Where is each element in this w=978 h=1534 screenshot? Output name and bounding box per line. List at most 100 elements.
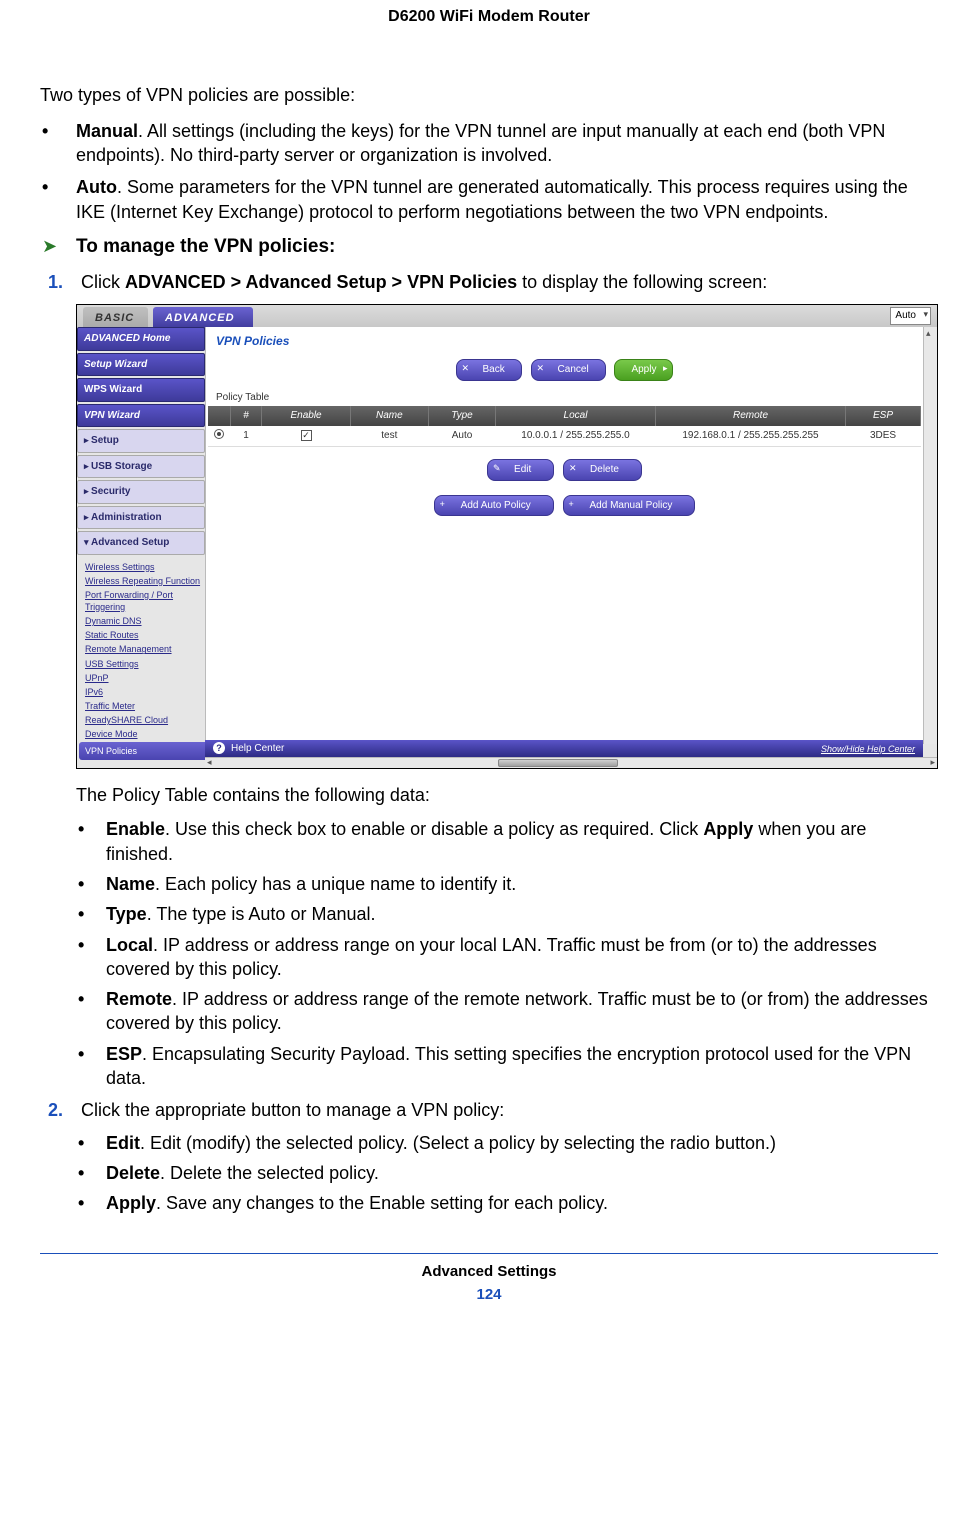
plus-icon: + — [569, 498, 574, 510]
delete-button[interactable]: ✕Delete — [563, 459, 642, 481]
btn-delete-text: . Delete the selected policy. — [160, 1163, 379, 1183]
subnav-port-forwarding[interactable]: Port Forwarding / Port Triggering — [85, 589, 205, 613]
sidebar-item-usb-storage[interactable]: USB Storage — [77, 455, 205, 479]
subnav-remote-management[interactable]: Remote Management — [85, 643, 205, 655]
sidebar-item-vpn-wizard[interactable]: VPN Wizard — [77, 404, 205, 428]
apply-button[interactable]: Apply▸ — [614, 359, 673, 381]
step-2-buttons-list: •Edit. Edit (modify) the selected policy… — [76, 1131, 938, 1216]
step-1-number: 1. — [48, 270, 76, 294]
step-1-post: to display the following screen: — [517, 272, 767, 292]
field-local-text: . IP address or address range on your lo… — [106, 935, 877, 979]
footer-page-number: 124 — [40, 1285, 938, 1305]
subnav-wireless-settings[interactable]: Wireless Settings — [85, 561, 205, 573]
step-1: 1. Click ADVANCED > Advanced Setup > VPN… — [76, 270, 938, 1091]
sidebar-item-setup[interactable]: Setup — [77, 429, 205, 453]
bullet-icon: • — [40, 119, 76, 168]
subnav-upnp[interactable]: UPnP — [85, 672, 205, 684]
row-enable-checkbox[interactable]: ✓ — [301, 430, 312, 441]
subnav-usb-settings[interactable]: USB Settings — [85, 658, 205, 670]
row-local: 10.0.0.1 / 255.255.255.0 — [496, 426, 656, 447]
add-manual-policy-button[interactable]: +Add Manual Policy — [563, 495, 696, 517]
table-row: 1 ✓ test Auto 10.0.0.1 / 255.255.255.0 1… — [208, 426, 921, 447]
back-button[interactable]: ✕Back — [456, 359, 522, 381]
col-name: Name — [350, 406, 428, 426]
field-remote-text: . IP address or address range of the rem… — [106, 989, 928, 1033]
field-enable-apply-bold: Apply — [703, 819, 753, 839]
x-icon: ✕ — [537, 362, 545, 374]
col-remote: Remote — [656, 406, 846, 426]
field-local-bold: Local — [106, 935, 153, 955]
plus-icon: + — [440, 498, 445, 510]
field-enable-text: . Use this check box to enable or disabl… — [165, 819, 703, 839]
panel-title: VPN Policies — [206, 327, 923, 355]
question-icon: ? — [213, 742, 225, 754]
scrollbar-thumb[interactable] — [498, 759, 618, 767]
subnav-traffic-meter[interactable]: Traffic Meter — [85, 700, 205, 712]
bullet-icon: • — [76, 1042, 106, 1091]
row-num: 1 — [230, 426, 262, 447]
page-header: D6200 WiFi Modem Router — [0, 0, 978, 83]
field-remote-bold: Remote — [106, 989, 172, 1009]
sidebar-item-setup-wizard[interactable]: Setup Wizard — [77, 353, 205, 377]
pencil-icon: ✎ — [493, 462, 501, 474]
x-icon: ✕ — [569, 462, 577, 474]
tab-basic[interactable]: BASIC — [83, 307, 148, 329]
col-esp: ESP — [846, 406, 921, 426]
field-type-text: . The type is Auto or Manual. — [147, 904, 376, 924]
bullet-icon: • — [76, 1131, 106, 1155]
type-manual-bold: Manual — [76, 121, 138, 141]
subnav-static-routes[interactable]: Static Routes — [85, 629, 205, 641]
help-center-bar[interactable]: ?Help Center Show/Hide Help Center — [205, 740, 923, 758]
step-1-pre: Click — [81, 272, 125, 292]
step-1-bold: ADVANCED > Advanced Setup > VPN Policies — [125, 272, 517, 292]
main-panel: VPN Policies ✕Back ✕Cancel Apply▸ Policy… — [205, 327, 923, 744]
subnav-ipv6[interactable]: IPv6 — [85, 686, 205, 698]
intro-text: Two types of VPN policies are possible: — [40, 83, 938, 107]
bullet-icon: • — [40, 175, 76, 224]
subnav-device-mode[interactable]: Device Mode — [85, 728, 205, 740]
cancel-button[interactable]: ✕Cancel — [531, 359, 606, 381]
edit-button[interactable]: ✎Edit — [487, 459, 554, 481]
col-enable: Enable — [262, 406, 350, 426]
horizontal-scrollbar[interactable] — [205, 757, 937, 768]
vpn-types-list: • Manual. All settings (including the ke… — [40, 119, 938, 224]
vertical-scrollbar[interactable] — [923, 327, 937, 744]
subnav-wireless-repeating[interactable]: Wireless Repeating Function — [85, 575, 205, 587]
x-icon: ✕ — [462, 362, 470, 374]
row-esp: 3DES — [846, 426, 921, 447]
policy-fields-list: • Enable. Use this check box to enable or… — [76, 817, 938, 1090]
sidebar-nav: ADVANCED Home Setup Wizard WPS Wizard VP… — [77, 327, 205, 744]
field-name-bold: Name — [106, 874, 155, 894]
btn-edit-text: . Edit (modify) the selected policy. (Se… — [140, 1133, 776, 1153]
sidebar-item-advanced-home[interactable]: ADVANCED Home — [77, 327, 205, 351]
subnav-vpn-policies[interactable]: VPN Policies — [79, 742, 209, 760]
show-hide-help-link[interactable]: Show/Hide Help Center — [821, 743, 915, 755]
sidebar-subnav: Wireless Settings Wireless Repeating Fun… — [77, 557, 205, 763]
type-auto-bold: Auto — [76, 177, 117, 197]
btn-delete-bold: Delete — [106, 1163, 160, 1183]
subnav-dynamic-dns[interactable]: Dynamic DNS — [85, 615, 205, 627]
sidebar-item-administration[interactable]: Administration — [77, 506, 205, 530]
tab-advanced[interactable]: ADVANCED — [153, 307, 253, 329]
step-2: 2. Click the appropriate button to manag… — [76, 1098, 938, 1215]
field-esp-bold: ESP — [106, 1044, 142, 1064]
footer-title: Advanced Settings — [40, 1262, 938, 1282]
add-auto-policy-button[interactable]: +Add Auto Policy — [434, 495, 554, 517]
sidebar-item-security[interactable]: Security — [77, 480, 205, 504]
sidebar-item-wps-wizard[interactable]: WPS Wizard — [77, 378, 205, 402]
refresh-dropdown[interactable]: Auto — [890, 307, 931, 325]
field-esp-text: . Encapsulating Security Payload. This s… — [106, 1044, 911, 1088]
row-radio[interactable] — [214, 429, 224, 439]
subnav-readyshare-cloud[interactable]: ReadySHARE Cloud — [85, 714, 205, 726]
vpn-policies-screenshot: BASIC ADVANCED Auto ADVANCED Home Setup … — [76, 304, 938, 769]
sidebar-item-advanced-setup[interactable]: Advanced Setup — [77, 531, 205, 555]
bullet-icon: • — [76, 1191, 106, 1215]
type-auto-text: . Some parameters for the VPN tunnel are… — [76, 177, 908, 221]
row-name: test — [350, 426, 428, 447]
policy-table-label: Policy Table — [206, 385, 923, 407]
field-enable-bold: Enable — [106, 819, 165, 839]
policy-table: # Enable Name Type Local Remote ESP 1 ✓ — [208, 406, 921, 447]
bullet-icon: • — [76, 872, 106, 896]
col-num: # — [230, 406, 262, 426]
footer-rule — [40, 1253, 938, 1254]
